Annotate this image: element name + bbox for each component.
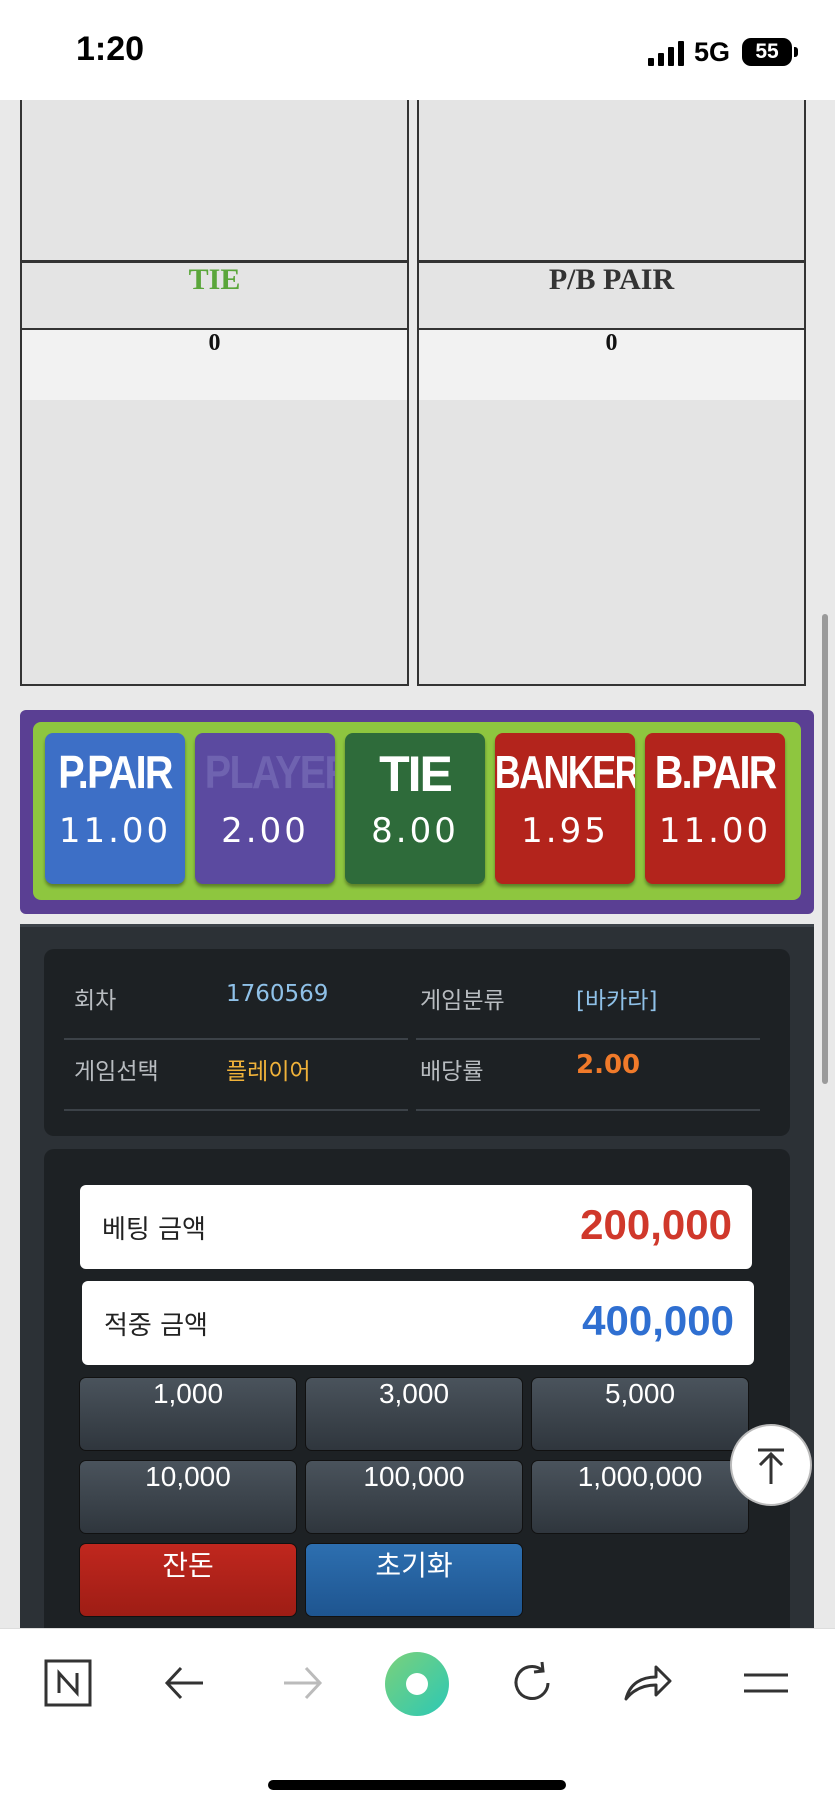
- selection-value: 플레이어: [226, 1059, 311, 1085]
- bet-button-tie[interactable]: TIE 8.00: [345, 733, 485, 884]
- win-amount-field: 적중 금액 400,000: [82, 1281, 754, 1365]
- category-label: 게임분류: [420, 988, 505, 1014]
- green-dot-icon[interactable]: [384, 1651, 450, 1717]
- scroll-top-button[interactable]: [730, 1424, 812, 1506]
- reset-button[interactable]: 초기화: [305, 1543, 523, 1617]
- pair-panel-count: 0: [419, 330, 804, 400]
- tie-panel-title: TIE: [22, 260, 407, 330]
- chip-1000[interactable]: 1,000: [79, 1377, 297, 1451]
- balance-button[interactable]: 잔돈: [79, 1543, 297, 1617]
- win-amount-value: 400,000: [582, 1297, 734, 1344]
- bet-odds: 1.95: [521, 811, 609, 851]
- bet-name: BANKER: [495, 746, 635, 798]
- win-amount-label: 적중 금액: [104, 1311, 208, 1341]
- bet-amount-field: 베팅 금액 200,000: [80, 1185, 752, 1269]
- pair-panel: P/B PAIR 0: [417, 100, 806, 686]
- selection-label: 게임선택: [74, 1059, 159, 1085]
- bet-slip: 회차 1760569 게임분류 [바카라] 게임선택 플레이어 배당률 2.00…: [20, 924, 814, 1628]
- odds-label: 배당률: [420, 1059, 484, 1085]
- chip-1000000[interactable]: 1,000,000: [531, 1460, 749, 1534]
- status-time: 1:20: [76, 30, 145, 68]
- network-label: 5G: [694, 37, 731, 67]
- battery-icon: 55: [742, 38, 798, 66]
- bet-button-p-pair[interactable]: P.PAIR 11.00: [45, 733, 185, 884]
- bet-name: TIE: [379, 746, 453, 802]
- page-content: TIE 0 P/B PAIR 0 P.PAIR 11.00 PLAYER 2.0…: [0, 100, 835, 1628]
- bet-odds: 2.00: [221, 811, 309, 851]
- chip-5000[interactable]: 5,000: [531, 1377, 749, 1451]
- chip-10000[interactable]: 10,000: [79, 1460, 297, 1534]
- round-value: 1760569: [226, 981, 329, 1007]
- bet-button-banker[interactable]: BANKER 1.95: [495, 733, 635, 884]
- round-label: 회차: [74, 988, 117, 1014]
- odds-value: 2.00: [576, 1050, 641, 1080]
- bet-name: B.PAIR: [654, 746, 778, 798]
- naver-icon[interactable]: [44, 1659, 92, 1707]
- amount-box: 베팅 금액 200,000 적중 금액 400,000 1,000 3,000 …: [44, 1149, 790, 1628]
- home-indicator: [268, 1780, 566, 1790]
- share-icon[interactable]: [622, 1659, 674, 1707]
- bet-odds: 11.00: [58, 811, 172, 851]
- bet-amount-label: 베팅 금액: [102, 1215, 206, 1245]
- back-icon[interactable]: [163, 1663, 207, 1703]
- bet-selection-bar: P.PAIR 11.00 PLAYER 2.00 TIE 8.00 BANKER…: [20, 710, 814, 914]
- status-bar: 1:20 5G 55: [0, 0, 835, 100]
- chip-100000[interactable]: 100,000: [305, 1460, 523, 1534]
- scrollbar[interactable]: [822, 614, 828, 1084]
- bet-name: P.PAIR: [58, 746, 173, 798]
- pair-panel-title: P/B PAIR: [419, 260, 804, 330]
- chip-3000[interactable]: 3,000: [305, 1377, 523, 1451]
- arrow-up-icon: [758, 1448, 784, 1484]
- signal-icon: [648, 40, 684, 66]
- tie-panel-count: 0: [22, 330, 407, 400]
- bet-odds: 11.00: [658, 811, 772, 851]
- bet-info: 회차 1760569 게임분류 [바카라] 게임선택 플레이어 배당률 2.00: [44, 949, 790, 1136]
- category-value: [바카라]: [576, 988, 658, 1014]
- bet-name: PLAYER: [204, 746, 335, 798]
- bet-amount-value: 200,000: [580, 1201, 732, 1248]
- refresh-icon[interactable]: [508, 1659, 556, 1707]
- bet-button-b-pair[interactable]: B.PAIR 11.00: [645, 733, 785, 884]
- bet-odds: 8.00: [371, 811, 459, 851]
- bet-button-player[interactable]: PLAYER 2.00: [195, 733, 335, 884]
- tie-panel: TIE 0: [20, 100, 409, 686]
- forward-icon[interactable]: [280, 1663, 324, 1703]
- menu-icon[interactable]: [742, 1663, 790, 1703]
